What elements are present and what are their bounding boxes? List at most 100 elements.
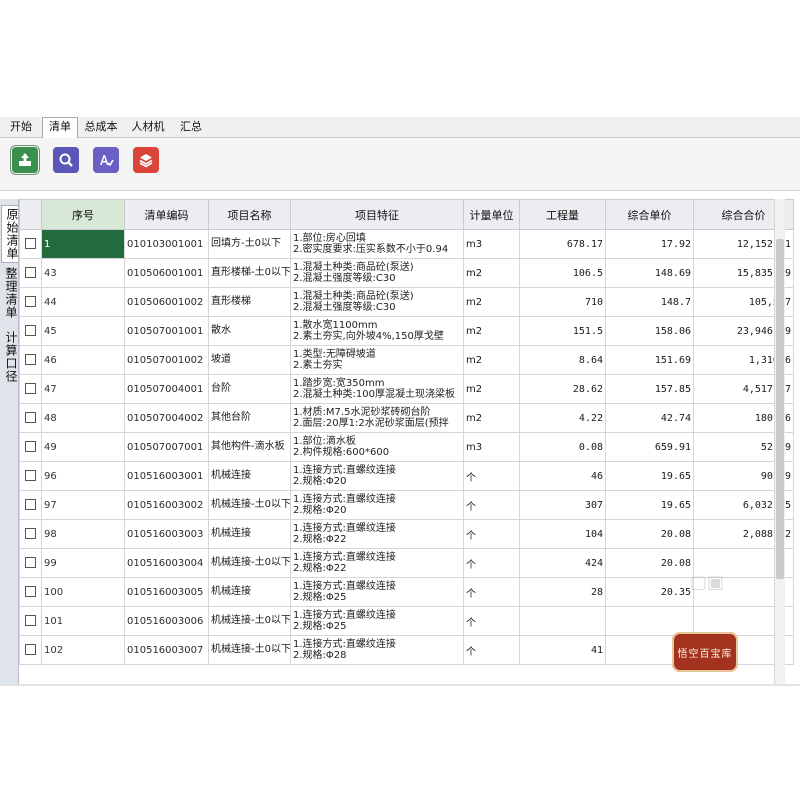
cell-quantity[interactable]: 4.22 xyxy=(519,403,606,433)
cell-unit[interactable]: 个 xyxy=(463,606,520,636)
column-header-unit-price[interactable]: 综合单价 xyxy=(605,199,694,230)
row-checkbox-cell[interactable] xyxy=(19,316,42,346)
cell-quantity[interactable]: 678.17 xyxy=(519,229,606,259)
table-row[interactable]: 48 010507004002 其他台阶 1.材质:M7.5水泥砂浆砖砌台阶 2.面层:… xyxy=(19,403,794,433)
row-checkbox-cell[interactable] xyxy=(19,577,42,607)
export-button[interactable] xyxy=(10,145,40,175)
row-checkbox-cell[interactable] xyxy=(19,229,42,259)
tab-bill[interactable]: 清单 xyxy=(42,117,78,138)
cell-unit-price[interactable]: 19.65 xyxy=(605,490,694,520)
cell-code[interactable]: 010103001001 xyxy=(124,229,209,259)
row-checkbox[interactable] xyxy=(25,586,36,598)
cell-unit[interactable]: 个 xyxy=(463,635,520,665)
search-button[interactable] xyxy=(53,147,79,173)
cell-seq[interactable]: 45 xyxy=(41,316,125,346)
row-checkbox[interactable] xyxy=(25,441,36,453)
cell-quantity[interactable]: 0.08 xyxy=(519,432,606,462)
cell-quantity[interactable]: 41 xyxy=(519,635,606,665)
cell-code[interactable]: 010506001001 xyxy=(124,258,209,288)
cell-code[interactable]: 010516003006 xyxy=(124,606,209,636)
cell-feature[interactable]: 1.类型:无障碍坡道 2.素土夯实 xyxy=(290,345,464,375)
cell-code[interactable]: 010507001002 xyxy=(124,345,209,375)
cell-feature[interactable]: 1.部位:房心回填 2.密实度要求:压实系数不小于0.94 xyxy=(290,229,464,259)
column-header-feature[interactable]: 项目特征 xyxy=(290,199,464,230)
table-row[interactable]: 97 010516003002 机械连接-土0以下 1.连接方式:直螺纹连接 2.规格:… xyxy=(19,490,794,520)
row-checkbox[interactable] xyxy=(25,470,36,482)
row-checkbox-cell[interactable] xyxy=(19,606,42,636)
cell-seq[interactable]: 97 xyxy=(41,490,125,520)
cell-feature[interactable]: 1.部位:滴水板 2.构件规格:600*600 xyxy=(290,432,464,462)
cell-seq[interactable]: 101 xyxy=(41,606,125,636)
row-checkbox[interactable] xyxy=(25,615,36,627)
cell-name[interactable]: 机械连接-土0以下 xyxy=(208,635,291,665)
row-checkbox-cell[interactable] xyxy=(19,287,42,317)
table-row[interactable]: 45 010507001001 散水 1.散水宽1100mm 2.素土夯实,向外坡4%,… xyxy=(19,316,794,346)
row-checkbox-cell[interactable] xyxy=(19,374,42,404)
row-checkbox[interactable] xyxy=(25,383,36,395)
cell-seq[interactable]: 48 xyxy=(41,403,125,433)
cell-code[interactable]: 010507001001 xyxy=(124,316,209,346)
tab-total-cost[interactable]: 总成本 xyxy=(80,118,122,136)
cell-name[interactable]: 机械连接-土0以下 xyxy=(208,548,291,578)
cell-unit[interactable]: m3 xyxy=(463,432,520,462)
cell-unit-price[interactable]: 148.69 xyxy=(605,258,694,288)
cell-code[interactable]: 010507004002 xyxy=(124,403,209,433)
cell-unit-price[interactable]: 659.91 xyxy=(605,432,694,462)
column-header-quantity[interactable]: 工程量 xyxy=(519,199,606,230)
row-checkbox[interactable] xyxy=(25,354,36,366)
cell-feature[interactable]: 1.连接方式:直螺纹连接 2.规格:Φ22 xyxy=(290,519,464,549)
table-row[interactable]: 44 010506001002 直形楼梯 1.混凝土种类:商品砼(泵送) 2.混凝土强度… xyxy=(19,287,794,317)
column-header-seq[interactable]: 序号 xyxy=(41,199,125,230)
cell-seq[interactable]: 46 xyxy=(41,345,125,375)
row-checkbox-cell[interactable] xyxy=(19,403,42,433)
row-checkbox[interactable] xyxy=(25,412,36,424)
cell-name[interactable]: 其他台阶 xyxy=(208,403,291,433)
cell-feature[interactable]: 1.踏步宽:宽350mm 2.混凝土种类:100厚混凝土现浇梁板 xyxy=(290,374,464,404)
cell-unit[interactable]: m2 xyxy=(463,345,520,375)
row-checkbox[interactable] xyxy=(25,499,36,511)
cell-feature[interactable]: 1.材质:M7.5水泥砂浆砖砌台阶 2.面层:20厚1:2水泥砂浆面层(预拌 xyxy=(290,403,464,433)
cell-unit-price[interactable]: 20.08 xyxy=(605,548,694,578)
cell-seq[interactable]: 96 xyxy=(41,461,125,491)
cell-name[interactable]: 机械连接 xyxy=(208,577,291,607)
table-row[interactable]: 101 010516003006 机械连接-土0以下 1.连接方式:直螺纹连接 2.规格… xyxy=(19,606,794,636)
cell-unit[interactable]: m2 xyxy=(463,287,520,317)
row-checkbox[interactable] xyxy=(25,325,36,337)
column-header-name[interactable]: 项目名称 xyxy=(208,199,291,230)
cell-feature[interactable]: 1.连接方式:直螺纹连接 2.规格:Φ25 xyxy=(290,606,464,636)
tab-labor-material-machine[interactable]: 人材机 xyxy=(126,118,170,136)
cell-unit-price[interactable]: 151.69 xyxy=(605,345,694,375)
cell-unit-price[interactable]: 42.74 xyxy=(605,403,694,433)
cell-feature[interactable]: 1.连接方式:直螺纹连接 2.规格:Φ25 xyxy=(290,577,464,607)
row-checkbox-cell[interactable] xyxy=(19,258,42,288)
cell-name[interactable]: 直形楼梯-土0以下 xyxy=(208,258,291,288)
row-checkbox[interactable] xyxy=(25,528,36,540)
cell-name[interactable]: 其他构件-滴水板 xyxy=(208,432,291,462)
cell-name[interactable]: 机械连接-土0以下 xyxy=(208,490,291,520)
tab-start[interactable]: 开始 xyxy=(4,118,38,136)
cell-feature[interactable]: 1.混凝土种类:商品砼(泵送) 2.混凝土强度等级:C30 xyxy=(290,258,464,288)
cell-quantity[interactable]: 8.64 xyxy=(519,345,606,375)
cell-unit[interactable]: 个 xyxy=(463,519,520,549)
cell-name[interactable]: 散水 xyxy=(208,316,291,346)
cell-seq[interactable]: 49 xyxy=(41,432,125,462)
cell-seq[interactable]: 98 xyxy=(41,519,125,549)
table-row[interactable]: 98 010516003003 机械连接 1.连接方式:直螺纹连接 2.规格:Φ22 个 1… xyxy=(19,519,794,549)
row-checkbox-cell[interactable] xyxy=(19,432,42,462)
cell-code[interactable]: 010506001002 xyxy=(124,287,209,317)
cell-unit-price[interactable]: 158.06 xyxy=(605,316,694,346)
tab-summary[interactable]: 汇总 xyxy=(174,118,208,136)
cell-code[interactable]: 010516003007 xyxy=(124,635,209,665)
cell-name[interactable]: 机械连接 xyxy=(208,461,291,491)
cell-name[interactable]: 机械连接 xyxy=(208,519,291,549)
cell-name[interactable]: 台阶 xyxy=(208,374,291,404)
cell-code[interactable]: 010507004001 xyxy=(124,374,209,404)
cell-feature[interactable]: 1.混凝土种类:商品砼(泵送) 2.混凝土强度等级:C30 xyxy=(290,287,464,317)
row-checkbox-cell[interactable] xyxy=(19,490,42,520)
cell-unit[interactable]: m2 xyxy=(463,403,520,433)
cell-feature[interactable]: 1.连接方式:直螺纹连接 2.规格:Φ20 xyxy=(290,490,464,520)
cell-unit-price[interactable]: 17.92 xyxy=(605,229,694,259)
cell-unit-price[interactable]: 20.08 xyxy=(605,519,694,549)
cell-quantity[interactable]: 106.5 xyxy=(519,258,606,288)
side-tab-original-bill[interactable]: 原始清单 xyxy=(1,205,19,263)
